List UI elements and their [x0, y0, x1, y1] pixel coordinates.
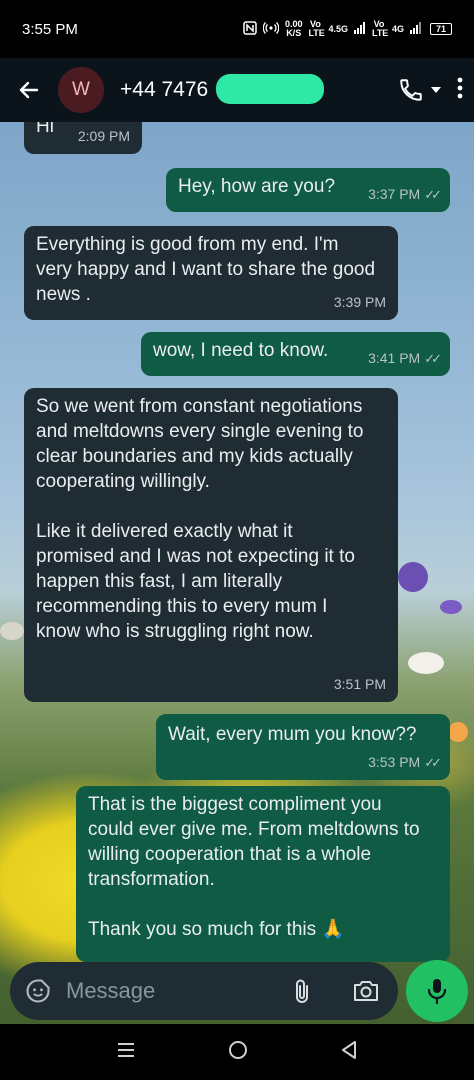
emoji-button[interactable] [24, 977, 52, 1005]
message-time: 3:37 PM ✓✓ [368, 182, 442, 207]
net-speed-unit: K/S [286, 28, 302, 38]
read-receipt-icon: ✓✓ [424, 351, 442, 366]
message-time: 3:51 PM [334, 672, 386, 697]
system-nav-bar [0, 1024, 474, 1080]
message-outgoing[interactable]: Hey, how are you? 3:37 PM ✓✓ [166, 168, 450, 212]
paperclip-icon [296, 979, 308, 1003]
read-receipt-icon: ✓✓ [424, 187, 442, 202]
message-incoming[interactable]: Everything is good from my end. I'm very… [24, 226, 398, 320]
sim1-volte: Vo LTE [308, 19, 325, 38]
composer: Message [0, 958, 474, 1024]
message-time: 2:09 PM [78, 124, 130, 149]
recents-button[interactable] [116, 1041, 136, 1064]
avatar[interactable]: W [58, 67, 104, 113]
home-button[interactable] [227, 1039, 249, 1066]
battery-icon: 71 [430, 23, 452, 35]
back-button[interactable] [0, 58, 58, 122]
wallpaper-flower [448, 722, 468, 742]
contact-name[interactable]: +44 7476 [120, 74, 324, 104]
status-time: 3:55 PM [22, 20, 78, 38]
message-text: Hi [36, 122, 54, 137]
caret-down-icon [431, 87, 441, 93]
sim1-network: 4.5G [328, 23, 348, 34]
message-timestamp: 3:53 PM [368, 754, 421, 770]
wallpaper-flower [398, 562, 428, 592]
redaction-mark [216, 74, 324, 104]
nfc-icon [243, 21, 257, 37]
camera-button[interactable] [352, 978, 380, 1009]
net-speed: 0.00 K/S [285, 20, 303, 38]
attach-button[interactable] [292, 978, 312, 1011]
message-outgoing[interactable]: That is the biggest compliment you could… [76, 786, 450, 962]
triangle-back-icon [342, 1040, 357, 1059]
message-timestamp: 3:39 PM [333, 294, 386, 310]
header-actions [398, 58, 464, 122]
message-text: So we went from constant negotiations an… [36, 396, 364, 642]
message-time: 3:41 PM ✓✓ [368, 346, 442, 371]
camera-icon [354, 981, 378, 1001]
message-time: 3:53 PM ✓✓ [368, 750, 442, 775]
home-circle-icon [228, 1040, 247, 1059]
status-icons: 0.00 K/S Vo LTE 4.5G Vo LTE 4G 71 [243, 20, 452, 38]
sticker-icon [26, 979, 50, 1003]
voice-record-button[interactable] [406, 960, 468, 1022]
message-placeholder: Message [66, 978, 156, 1003]
message-text: Everything is good from my end. I'm very… [36, 234, 376, 305]
message-incoming[interactable]: Hi 2:09 PM [24, 122, 142, 154]
microphone-icon [427, 979, 447, 1005]
chat-header: W +44 7476 [0, 58, 474, 122]
message-timestamp: 3:37 PM [368, 186, 421, 202]
read-receipt-icon: ✓✓ [424, 755, 442, 770]
message-timestamp: 2:09 PM [77, 128, 130, 144]
wallpaper-flower [440, 600, 462, 614]
message-outgoing[interactable]: wow, I need to know. 3:41 PM ✓✓ [141, 332, 450, 376]
signal-icon [353, 22, 366, 36]
menu-lines-icon [117, 1042, 134, 1057]
hotspot-icon [262, 21, 280, 37]
status-bar: 3:55 PM 0.00 K/S Vo LTE 4.5G Vo LTE 4G 71 [0, 0, 474, 58]
chat-background[interactable]: Hi 2:09 PM Hey, how are you? 3:37 PM ✓✓ E… [0, 122, 474, 1024]
kebab-menu-icon [457, 77, 463, 98]
message-text: Hey, how are you? [178, 176, 336, 197]
contact-number: +44 7476 [120, 78, 209, 101]
message-timestamp: 3:51 PM [333, 676, 386, 692]
more-options-button[interactable] [456, 76, 464, 105]
message-input[interactable]: Message [10, 962, 398, 1020]
message-incoming[interactable]: So we went from constant negotiations an… [24, 388, 398, 702]
arrow-left-icon [19, 81, 39, 99]
message-outgoing[interactable]: Wait, every mum you know?? 3:53 PM ✓✓ [156, 714, 450, 780]
wallpaper-flower [408, 652, 444, 674]
sim2-volte: Vo LTE [371, 19, 389, 38]
message-time: 3:39 PM [334, 290, 386, 315]
message-timestamp: 3:41 PM [368, 350, 421, 366]
signal-icon-2 [410, 22, 422, 36]
back-nav-button[interactable] [340, 1040, 358, 1065]
phone-icon [400, 79, 422, 101]
sim2-network: 4G [391, 23, 404, 34]
wallpaper-flower [0, 622, 24, 640]
message-text: Wait, every mum you know?? [168, 724, 417, 745]
voice-call-button[interactable] [398, 77, 442, 103]
message-text: wow, I need to know. [153, 340, 329, 361]
message-text: That is the biggest compliment you could… [88, 794, 420, 940]
